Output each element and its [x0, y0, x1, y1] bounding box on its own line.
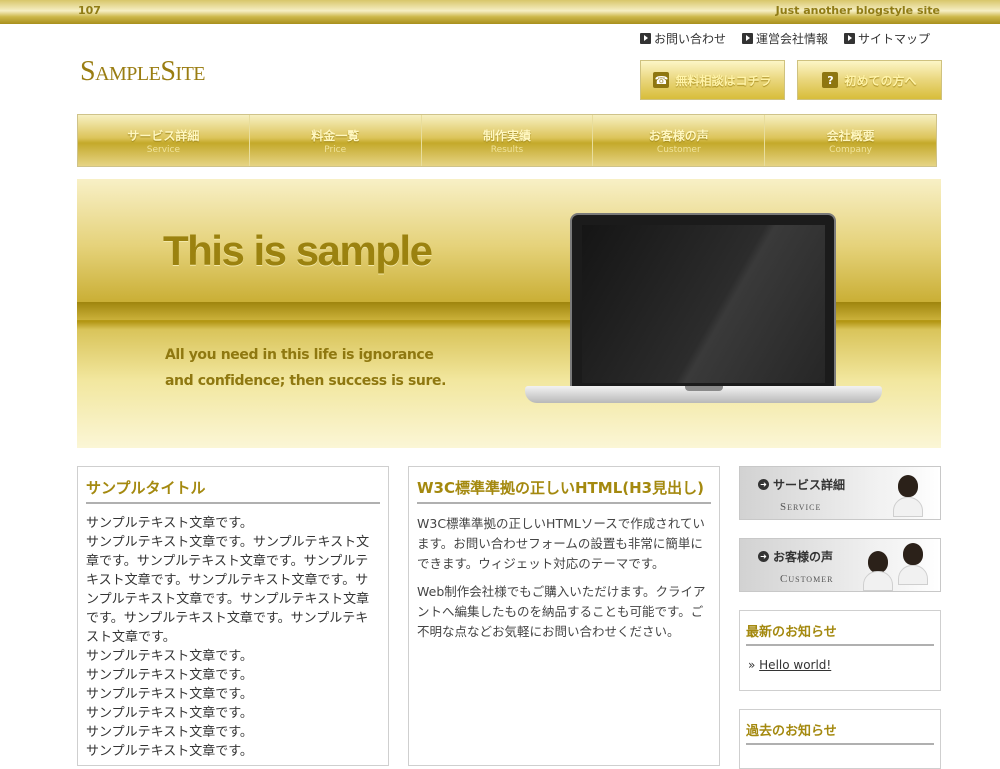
- paragraph: W3C標準準拠の正しいHTMLソースで作成されています。お問い合わせフォームの設…: [417, 516, 705, 571]
- news-item: » Hello world!: [748, 658, 832, 672]
- arrow-circle-icon: ➜: [758, 551, 769, 562]
- person-head: [903, 543, 923, 565]
- banner-jp: サービス詳細: [773, 478, 846, 492]
- customer-banner[interactable]: ➜ お客様の声 Customer: [739, 538, 941, 592]
- text-line: サンプルテキスト文章です。: [86, 668, 253, 683]
- panel-body: サンプルテキスト文章です。 サンプルテキスト文章です。サンプルテキスト文章です。…: [86, 514, 380, 761]
- panel-heading: W3C標準準拠の正しいHTML(H3見出し): [417, 477, 711, 504]
- sitemap-link-label: サイトマップ: [857, 32, 930, 46]
- news-link[interactable]: Hello world!: [759, 658, 831, 672]
- utility-links: お問い合わせ 運営会社情報 サイトマップ: [639, 30, 930, 47]
- nav-item-customer[interactable]: お客様の声 Customer: [593, 115, 766, 166]
- laptop-lid: [570, 213, 836, 391]
- text-line: サンプルテキスト文章です。サンプルテキスト文章です。サンプルテキスト文章です。サ…: [86, 535, 370, 645]
- site-number: 107: [78, 4, 101, 17]
- contact-link-label: お問い合わせ: [653, 32, 726, 46]
- text-line: サンプルテキスト文章です。: [86, 744, 253, 759]
- text-line: サンプルテキスト文章です。: [86, 649, 253, 664]
- laptop-image: [525, 213, 882, 408]
- person-body: [893, 497, 923, 517]
- banner-en: Customer: [780, 573, 834, 585]
- site-tagline: Just another blogstyle site: [775, 4, 940, 17]
- person-head: [898, 475, 918, 497]
- panel-heading: サンプルタイトル: [86, 477, 380, 504]
- first-time-button[interactable]: ? 初めての方へ: [797, 60, 942, 100]
- hero-banner: This is sample All you need in this life…: [77, 179, 941, 448]
- panel-heading: 最新のお知らせ: [746, 621, 934, 646]
- first-time-label: 初めての方へ: [844, 73, 917, 88]
- person-body: [863, 571, 893, 591]
- contact-link[interactable]: お問い合わせ: [639, 30, 726, 47]
- nav-label: サービス詳細: [127, 128, 200, 143]
- sample-text-panel: サンプルタイトル サンプルテキスト文章です。 サンプルテキスト文章です。サンプル…: [77, 466, 389, 766]
- main-nav: サービス詳細 Service 料金一覧 Price 制作実績 Results お客様の…: [77, 114, 937, 167]
- banner-en: Service: [780, 501, 822, 513]
- nav-label: 会社概要: [826, 128, 875, 143]
- sitemap-link[interactable]: サイトマップ: [843, 30, 930, 47]
- latest-news-panel: 最新のお知らせ » Hello world!: [739, 610, 941, 691]
- question-icon: ?: [822, 72, 839, 88]
- past-news-panel: 過去のお知らせ: [739, 709, 941, 769]
- nav-item-results[interactable]: 制作実績 Results: [421, 115, 594, 166]
- company-info-link[interactable]: 運営会社情報: [741, 30, 828, 47]
- paragraph: Web制作会社様でもご購入いただけます。クライアントへ編集したものを納品すること…: [417, 584, 706, 639]
- nav-item-service[interactable]: サービス詳細 Service: [78, 115, 250, 166]
- hero-title: This is sample: [163, 227, 433, 274]
- site-logo[interactable]: SampleSite: [80, 56, 206, 88]
- banner-photo: [858, 467, 940, 519]
- nav-item-price[interactable]: 料金一覧 Price: [249, 115, 422, 166]
- nav-item-company[interactable]: 会社概要 Company: [765, 115, 936, 166]
- top-bar: 107 Just another blogstyle site: [0, 0, 1000, 24]
- person-body: [898, 565, 928, 585]
- text-line: サンプルテキスト文章です。: [86, 687, 253, 702]
- laptop-screen: [582, 225, 825, 383]
- nav-sublabel: Price: [324, 144, 347, 155]
- phone-icon: ☎: [653, 72, 670, 88]
- arrow-square-icon: [843, 33, 855, 44]
- nav-sublabel: Customer: [656, 144, 701, 155]
- arrow-square-icon: [741, 33, 753, 44]
- panel-heading: 過去のお知らせ: [746, 720, 934, 745]
- banner-photo: [858, 539, 940, 591]
- company-info-link-label: 運営会社情報: [755, 32, 828, 46]
- banner-label: ➜ お客様の声: [758, 548, 833, 565]
- text-line: サンプルテキスト文章です。: [86, 516, 253, 531]
- free-consult-button[interactable]: ☎ 無料相談はコチラ: [640, 60, 785, 100]
- person-head: [868, 551, 888, 573]
- banner-label: ➜ サービス詳細: [758, 476, 845, 493]
- nav-sublabel: Service: [146, 144, 181, 155]
- nav-sublabel: Results: [490, 144, 524, 155]
- panel-body: W3C標準準拠の正しいHTMLソースで作成されています。お問い合わせフォームの設…: [417, 514, 711, 642]
- banner-jp: お客様の声: [773, 550, 834, 564]
- nav-label: お客様の声: [648, 128, 709, 143]
- arrow-square-icon: [639, 33, 651, 44]
- service-banner[interactable]: ➜ サービス詳細 Service: [739, 466, 941, 520]
- text-line: サンプルテキスト文章です。: [86, 706, 253, 721]
- hero-subtitle: All you need in this life is ignorance a…: [165, 347, 446, 389]
- arrow-circle-icon: ➜: [758, 479, 769, 490]
- text-line: サンプルテキスト文章です。: [86, 725, 253, 740]
- w3c-info-panel: W3C標準準拠の正しいHTML(H3見出し) W3C標準準拠の正しいHTMLソー…: [408, 466, 720, 766]
- nav-label: 制作実績: [482, 128, 531, 143]
- free-consult-label: 無料相談はコチラ: [675, 73, 772, 88]
- laptop-notch: [685, 386, 723, 391]
- nav-label: 料金一覧: [311, 128, 360, 143]
- nav-sublabel: Company: [829, 144, 872, 155]
